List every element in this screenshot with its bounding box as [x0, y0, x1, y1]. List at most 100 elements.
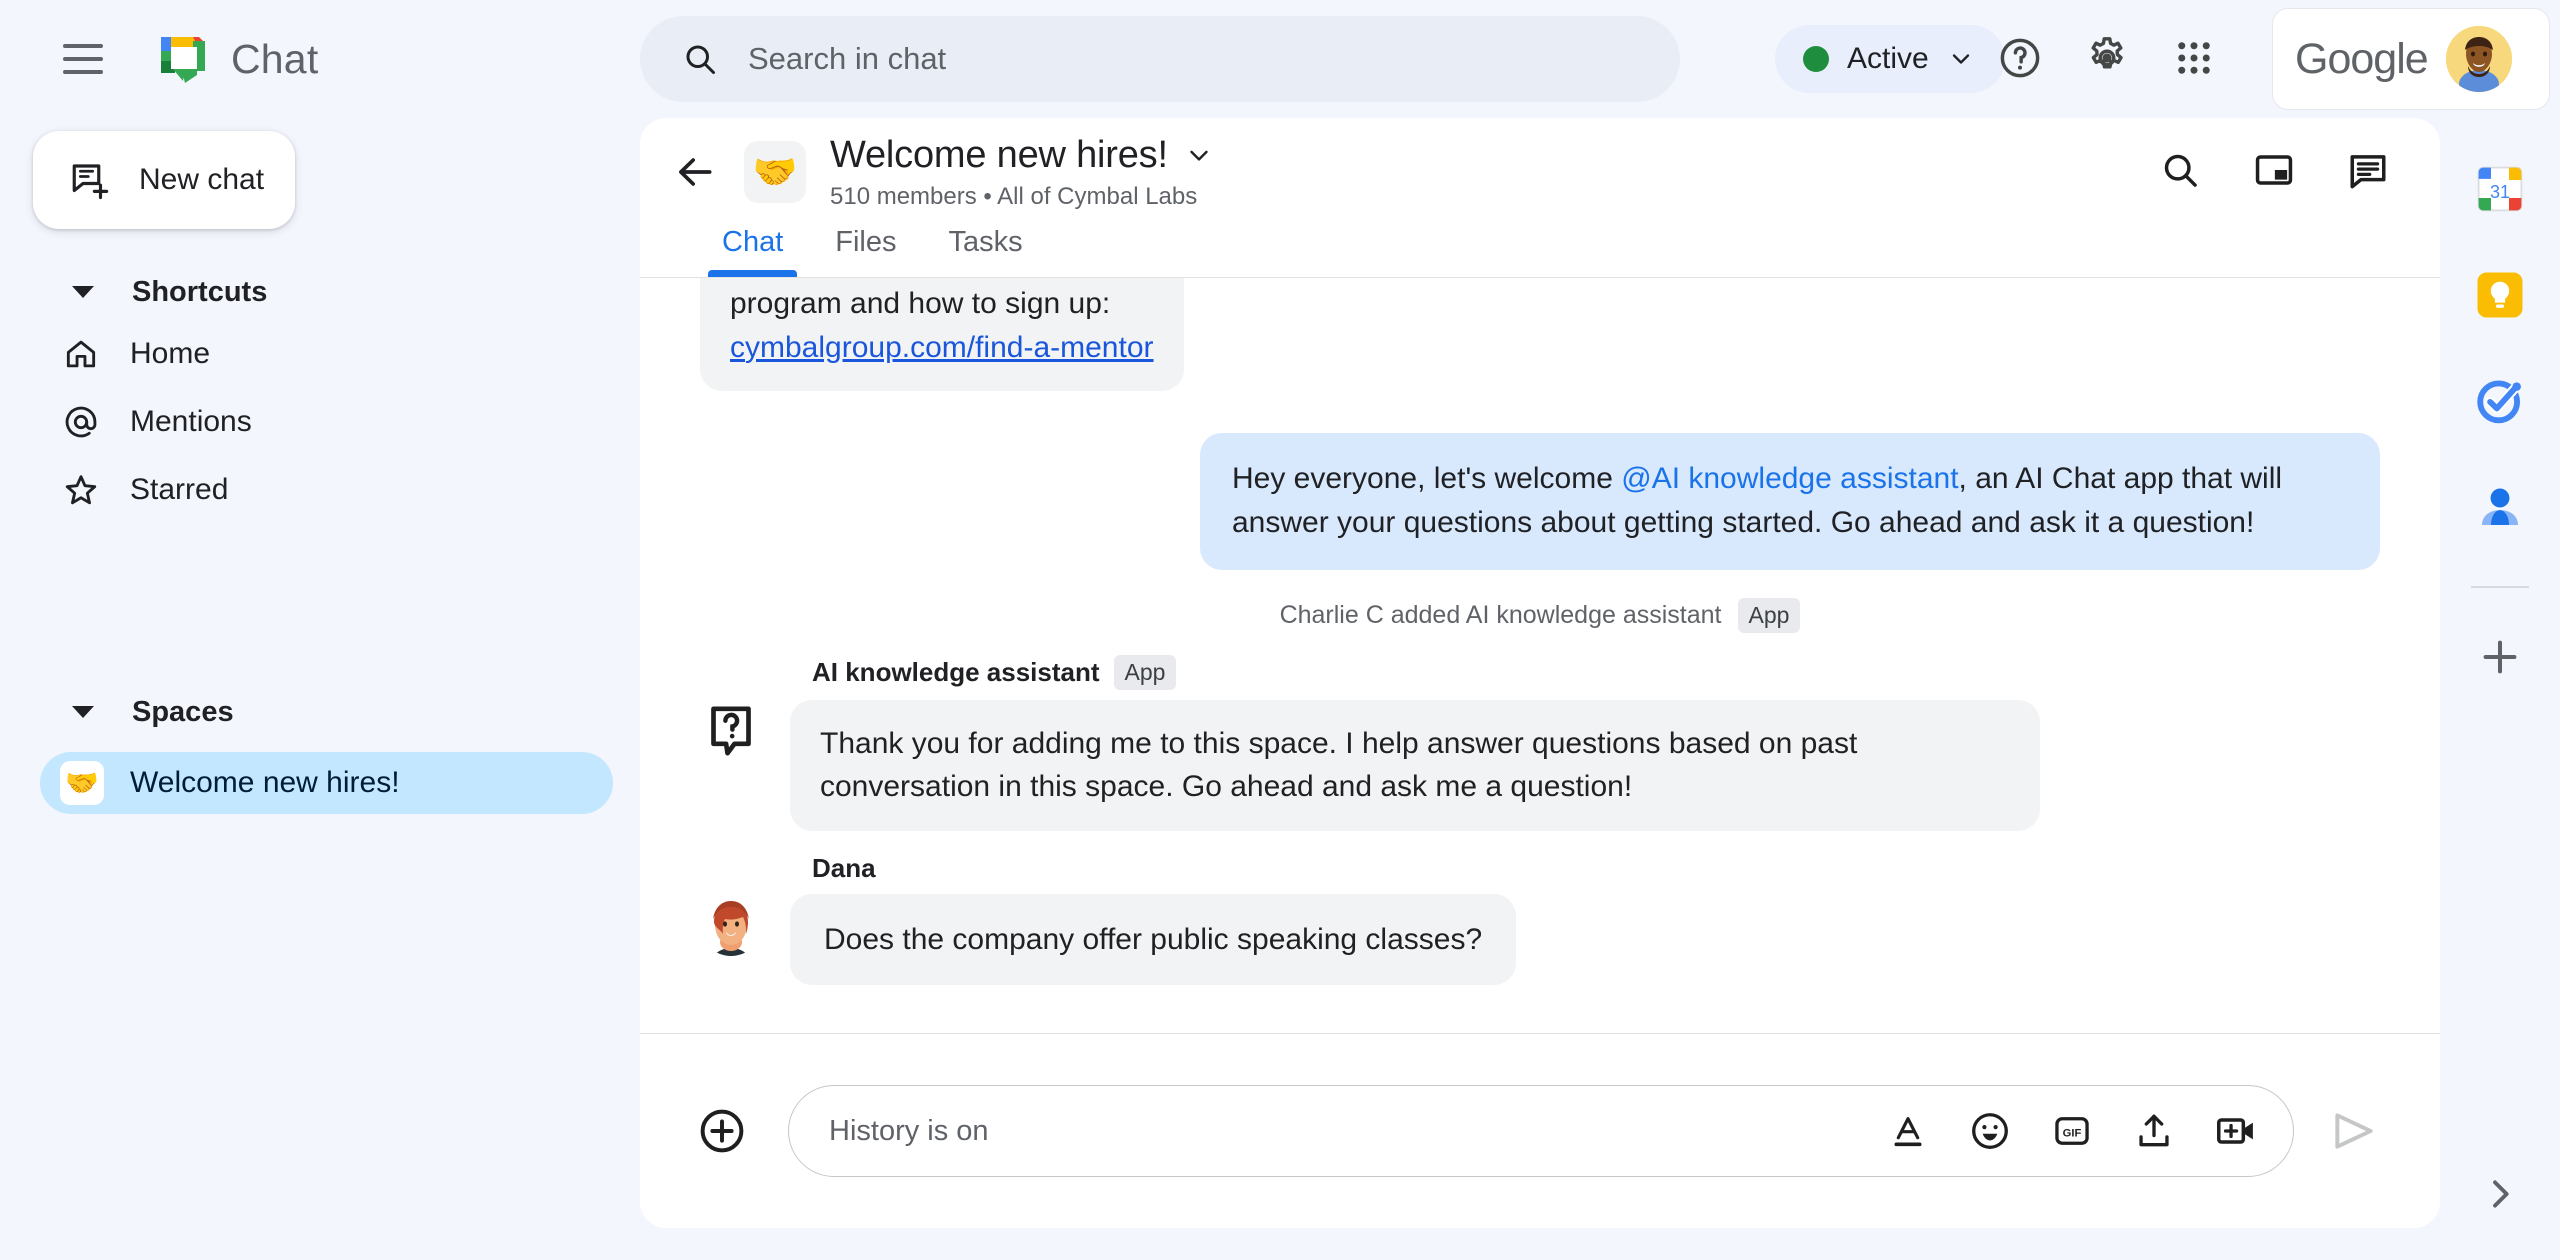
app-badge: App: [1113, 654, 1177, 690]
app-rail: 31: [2440, 118, 2560, 1260]
composer-icons: GIF: [1885, 1108, 2259, 1154]
upload-file-icon[interactable]: [2131, 1108, 2177, 1154]
sidebar-item-mentions[interactable]: Mentions: [0, 388, 640, 456]
tab-files[interactable]: Files: [809, 226, 922, 277]
top-bar: Chat Search in chat Active Google: [0, 0, 2560, 118]
space-header: 🤝 Welcome new hires! 510 members • All o…: [640, 118, 2440, 226]
google-chat-window: Chat Search in chat Active Google New ch…: [0, 0, 2560, 1260]
assistant-message-group: AI knowledge assistant App Thank you for…: [700, 654, 2380, 831]
member-count: 510 members: [830, 182, 977, 210]
chevron-right-icon[interactable]: [2472, 1166, 2528, 1222]
tab-chat[interactable]: Chat: [696, 226, 809, 277]
google-tasks-icon[interactable]: [2471, 372, 2529, 430]
svg-text:31: 31: [2490, 182, 2510, 202]
left-sidebar: New chat Shortcuts Home Mentions Starred…: [0, 118, 640, 1260]
dana-avatar: [700, 893, 762, 956]
format-text-icon[interactable]: [1885, 1108, 1931, 1154]
system-message-text: Charlie C added AI knowledge assistant: [1279, 600, 1722, 629]
app-badge: App: [1737, 597, 1801, 633]
add-app-icon[interactable]: [2471, 628, 2529, 686]
chevron-down-icon: [1952, 54, 1969, 64]
google-calendar-icon[interactable]: 31: [2471, 160, 2529, 218]
brand-name: Chat: [231, 35, 319, 82]
thread-panel-icon[interactable]: [2338, 140, 2398, 200]
status-selector[interactable]: Active: [1775, 25, 2005, 93]
chevron-down-icon: [1190, 150, 1208, 161]
message-bubble: Thank you for adding me to this space. I…: [790, 699, 2040, 831]
search-in-space-icon[interactable]: [2150, 140, 2210, 200]
space-subtitle: 510 members • All of Cymbal Labs: [830, 183, 1214, 211]
google-chat-logo: [155, 31, 211, 87]
clipped-text: program and how to sign up:: [730, 287, 1111, 320]
add-attachment-icon[interactable]: [694, 1103, 750, 1159]
space-org: All of Cymbal Labs: [997, 182, 1198, 210]
add-video-icon[interactable]: [2213, 1108, 2259, 1154]
gear-icon[interactable]: [2075, 26, 2139, 90]
google-wordmark: Google: [2295, 34, 2429, 83]
sender-name: AI knowledge assistant: [812, 656, 1100, 687]
user-message: Does the company offer public speaking c…: [700, 893, 2380, 986]
user-sender-row: Dana: [812, 853, 2380, 884]
question-bubble-icon: [700, 700, 762, 762]
mentor-link[interactable]: cymbalgroup.com/find-a-mentor: [730, 331, 1154, 364]
composer-bar: History is on GIF: [640, 1033, 2440, 1228]
space-title-row[interactable]: Welcome new hires!: [830, 134, 1214, 177]
sidebar-item-home[interactable]: Home: [0, 320, 640, 388]
search-input[interactable]: Search in chat: [640, 16, 1680, 102]
space-label: Welcome new hires!: [130, 766, 400, 799]
sidebar-item-starred[interactable]: Starred: [0, 456, 640, 524]
sidebar-item-label: Mentions: [130, 405, 252, 438]
message-bubble: program and how to sign up: cymbalgroup.…: [700, 278, 1184, 391]
google-contacts-icon[interactable]: [2471, 478, 2529, 536]
new-chat-icon: [72, 164, 109, 200]
google-keep-icon[interactable]: [2471, 266, 2529, 324]
gif-icon[interactable]: GIF: [2049, 1108, 2095, 1154]
assistant-sender-row: AI knowledge assistant App: [812, 654, 2380, 690]
assistant-mention[interactable]: @AI knowledge assistant: [1621, 462, 1958, 495]
caret-down-icon: [72, 706, 94, 718]
space-tabs: Chat Files Tasks: [640, 226, 2440, 278]
apps-grid-icon[interactable]: [2162, 26, 2226, 90]
spaces-section-header[interactable]: Spaces: [0, 684, 640, 740]
rail-divider: [2471, 586, 2529, 588]
outgoing-prefix: Hey everyone, let's welcome: [1232, 462, 1622, 495]
new-chat-label: New chat: [139, 163, 265, 196]
picture-in-picture-icon[interactable]: [2244, 140, 2304, 200]
message-input[interactable]: History is on GIF: [788, 1085, 2294, 1177]
composer-placeholder: History is on: [829, 1114, 989, 1147]
spaces-title: Spaces: [132, 695, 234, 728]
user-message-group: Dana Does the company offer public speak…: [700, 853, 2380, 986]
star-icon: [65, 475, 97, 505]
at-sign-icon: [65, 406, 97, 438]
brand: Chat: [155, 31, 318, 87]
message-bubble: Hey everyone, let's welcome @AI knowledg…: [1200, 433, 2380, 570]
sidebar-item-label: Starred: [130, 473, 229, 506]
send-icon[interactable]: [2322, 1099, 2386, 1163]
handshake-emoji-icon: 🤝: [60, 761, 104, 805]
search-icon: [686, 45, 715, 74]
new-chat-button[interactable]: New chat: [33, 131, 295, 229]
tab-tasks[interactable]: Tasks: [923, 226, 1049, 277]
status-dot: [1803, 46, 1829, 72]
subtitle-separator: •: [983, 182, 992, 210]
shortcuts-title: Shortcuts: [132, 275, 268, 308]
message-clipped: program and how to sign up: cymbalgroup.…: [700, 278, 2380, 391]
sidebar-item-label: Home: [130, 337, 211, 370]
page-title: Welcome new hires!: [830, 133, 1168, 176]
assistant-message: Thank you for adding me to this space. I…: [700, 699, 2380, 831]
home-icon: [66, 340, 96, 368]
space-actions: [2150, 140, 2398, 200]
message-bubble: Does the company offer public speaking c…: [790, 893, 1517, 986]
space-handshake-emoji-icon: 🤝: [744, 141, 806, 203]
sidebar-space-welcome-new-hires[interactable]: 🤝 Welcome new hires!: [40, 752, 613, 814]
emoji-icon[interactable]: [1967, 1108, 2013, 1154]
space-title-block: Welcome new hires! 510 members • All of …: [830, 134, 1214, 211]
message-list[interactable]: program and how to sign up: cymbalgroup.…: [640, 278, 2440, 1023]
user-avatar[interactable]: [2445, 26, 2512, 92]
caret-down-icon: [72, 286, 94, 298]
help-circle-icon[interactable]: [1988, 26, 2052, 90]
shortcuts-section-header[interactable]: Shortcuts: [0, 264, 640, 320]
account-card[interactable]: Google: [2272, 8, 2550, 110]
back-arrow-icon[interactable]: [664, 141, 726, 203]
hamburger-menu-icon[interactable]: [63, 44, 103, 74]
